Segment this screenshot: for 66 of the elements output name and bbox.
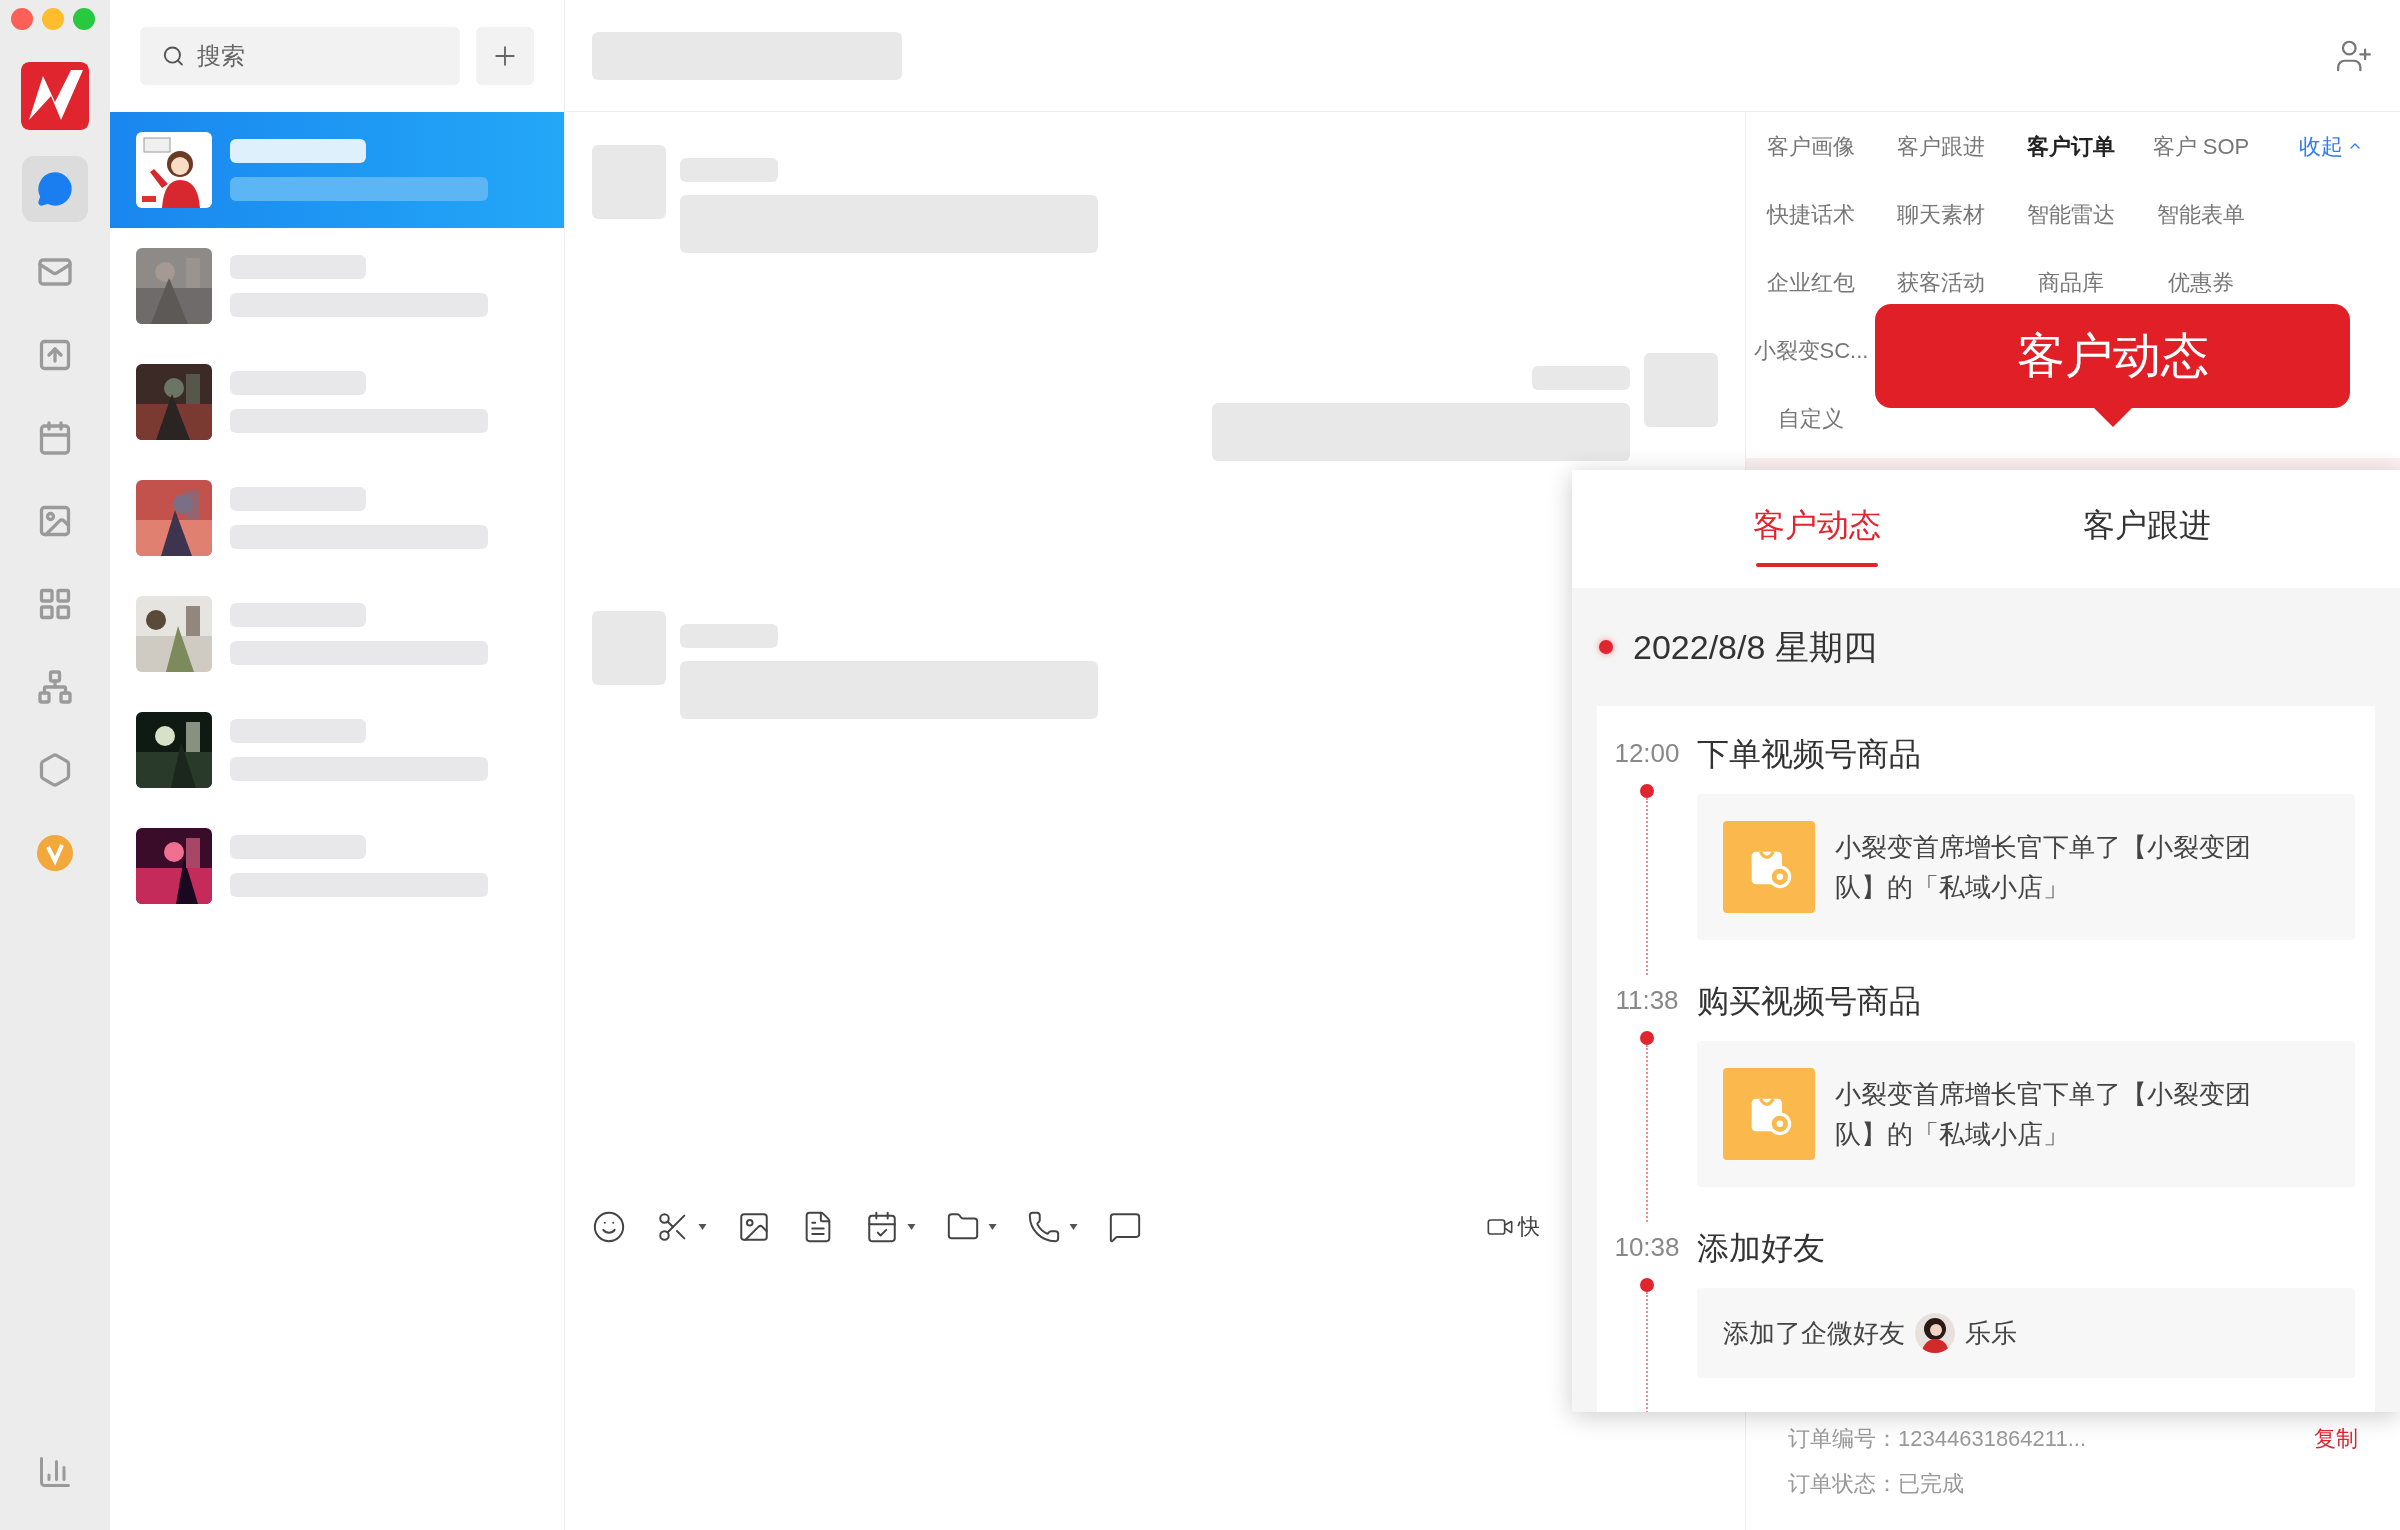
tool-tab[interactable]: 企业红包 [1746, 265, 1876, 299]
org-chart-icon [37, 669, 73, 705]
toolbar-button[interactable] [865, 1210, 916, 1244]
caret-icon [988, 1224, 997, 1230]
tooltip-arrow-icon [2092, 407, 2133, 427]
upload-icon [37, 337, 73, 373]
chart-icon[interactable] [37, 1454, 73, 1490]
hexagon-icon [37, 752, 73, 788]
order-info: 订单编号：12344631864211... [1788, 1425, 2086, 1453]
caret-icon [1069, 1224, 1078, 1230]
tool-tab[interactable]: 智能雷达 [2006, 197, 2136, 231]
phone-icon [1027, 1210, 1061, 1244]
panel-tab[interactable]: 客户跟进 [1982, 470, 2312, 588]
logo-icon [21, 62, 89, 130]
tool-tab[interactable]: 客户跟进 [1876, 129, 2006, 163]
tool-tab[interactable]: 聊天素材 [1876, 197, 2006, 231]
message-icon [1108, 1210, 1142, 1244]
emoji-icon [592, 1210, 626, 1244]
event-title: 添加好友 [1697, 1229, 1826, 1268]
tool-tab[interactable]: 客户 SOP [2136, 129, 2266, 163]
coin-icon [37, 835, 73, 871]
search-field[interactable]: 搜索 [140, 27, 460, 85]
close-icon[interactable] [11, 8, 33, 30]
shop-bag-icon [1723, 1068, 1815, 1160]
tooltip: 客户动态 [1875, 304, 2350, 408]
add-button[interactable] [476, 27, 534, 85]
panel-tab[interactable]: 客户动态 [1652, 470, 1982, 588]
event-description: 添加了企微好友 [1723, 1316, 1905, 1350]
copy-link[interactable]: 复制 [2314, 1422, 2358, 1455]
event-description: 小裂变首席增长官下单了【小裂变团队】的「私域小店」 [1835, 1078, 2252, 1151]
tool-tab[interactable]: 自定义 [1746, 401, 1876, 435]
grid-icon [37, 586, 73, 622]
event-title: 购买视频号商品 [1697, 982, 1922, 1021]
tool-tab[interactable]: 智能表单 [2136, 197, 2266, 231]
event-time: 11:38 [1615, 984, 1679, 1017]
video-call-button[interactable]: 快 [1486, 1210, 1540, 1243]
event-description: 小裂变首席增长官下单了【小裂变团队】的「私域小店」 [1835, 831, 2252, 904]
shop-bag-icon [1723, 821, 1815, 913]
tool-tab[interactable]: 客户订单 [2006, 129, 2136, 163]
collapse-link[interactable]: 收起 [2266, 129, 2396, 163]
tool-tab[interactable]: 客户画像 [1746, 129, 1876, 163]
tool-tab[interactable]: 优惠券 [2136, 265, 2266, 299]
caret-icon [698, 1224, 707, 1230]
calendar-icon [37, 420, 73, 456]
timeline-date: 2022/8/8 星期四 [1633, 626, 1877, 668]
event-time: 12:00 [1614, 737, 1680, 770]
toolbar-button[interactable] [1027, 1210, 1078, 1244]
event-title: 下单视频号商品 [1697, 735, 1922, 774]
search-input[interactable]: 搜索 [196, 38, 438, 74]
tool-tab[interactable]: 获客活动 [1876, 265, 2006, 299]
tool-tab[interactable]: 商品库 [2006, 265, 2136, 299]
chat-icon [37, 171, 73, 207]
friend-name: 乐乐 [1965, 1316, 2017, 1350]
order-info: 订单状态：已完成 [1788, 1470, 1964, 1498]
tool-tab[interactable]: 快捷话术 [1746, 197, 1876, 231]
toolbar-button[interactable] [737, 1210, 771, 1244]
event-time: 10:38 [1614, 1231, 1680, 1264]
task-icon [865, 1210, 899, 1244]
toolbar-button[interactable] [656, 1210, 707, 1244]
tool-tab[interactable]: 小裂变SC... [1746, 333, 1876, 367]
image-icon [37, 503, 73, 539]
nav-item[interactable] [22, 156, 88, 222]
toolbar-button[interactable] [592, 1210, 626, 1244]
caret-icon [907, 1224, 916, 1230]
image-icon [737, 1210, 771, 1244]
toolbar-button[interactable] [1108, 1210, 1142, 1244]
